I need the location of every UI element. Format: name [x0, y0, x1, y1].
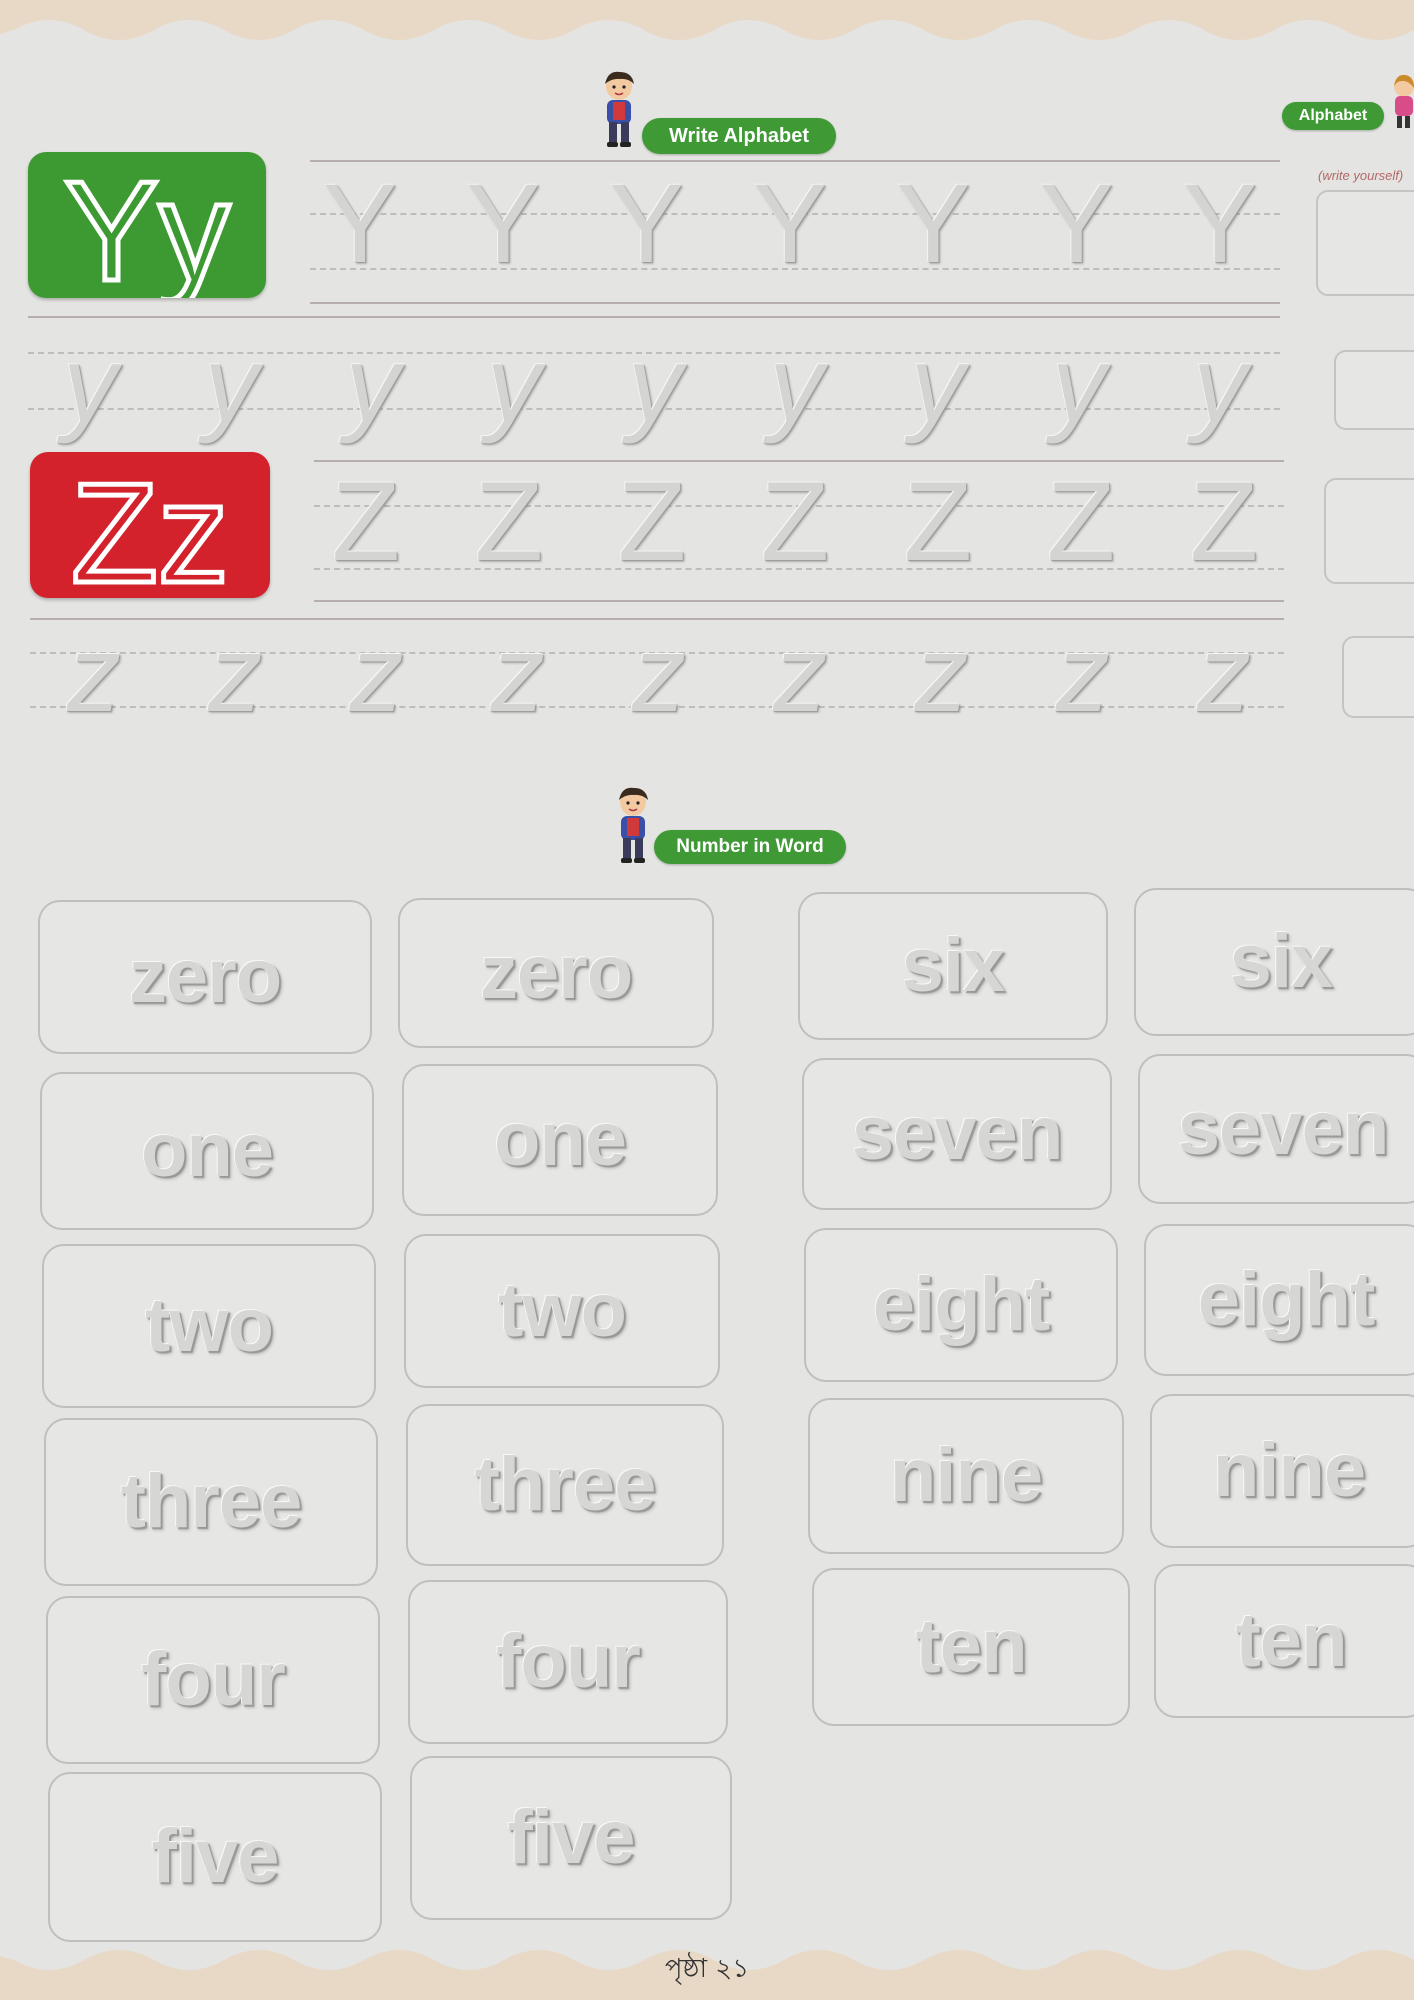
word-text: five	[507, 1795, 636, 1880]
trace-letter[interactable]: z	[599, 620, 719, 728]
word-card-eight[interactable]: eight	[804, 1228, 1118, 1382]
trace-letter[interactable]: y	[313, 330, 433, 438]
trace-letter[interactable]: Z	[735, 466, 855, 578]
letter-tile-zz-text: Zz	[71, 454, 229, 598]
trace-letter[interactable]: y	[454, 330, 574, 438]
word-card-four[interactable]: four	[408, 1580, 728, 1744]
word-card-seven[interactable]: seven	[802, 1058, 1112, 1210]
write-alphabet-badge: Write Alphabet	[642, 118, 836, 154]
word-text: ten	[915, 1604, 1028, 1689]
word-text: one	[140, 1108, 274, 1193]
trace-letter[interactable]: y	[878, 330, 998, 438]
trace-letter[interactable]: y	[595, 330, 715, 438]
word-card-ten[interactable]: ten	[812, 1568, 1130, 1726]
trace-letter[interactable]: y	[1019, 330, 1139, 438]
trace-letter[interactable]: Z	[306, 466, 426, 578]
word-text: seven	[851, 1091, 1063, 1176]
word-text: zero	[479, 930, 633, 1015]
word-card-zero[interactable]: zero	[38, 900, 372, 1054]
trace-letter[interactable]: y	[171, 330, 291, 438]
trace-letter[interactable]: Z	[1164, 466, 1284, 578]
word-text: one	[493, 1097, 627, 1182]
word-text: three	[474, 1442, 657, 1527]
word-card-eight[interactable]: eight	[1144, 1224, 1414, 1376]
girl-mascot-icon	[1394, 74, 1414, 128]
trace-letter[interactable]: z	[317, 620, 437, 728]
word-card-six[interactable]: six	[798, 892, 1108, 1040]
word-text: four	[496, 1619, 641, 1704]
word-card-three[interactable]: three	[406, 1404, 724, 1566]
trace-row-z-lower: z z z z z z z z z	[34, 620, 1284, 728]
trace-letter[interactable]: Z	[1021, 466, 1141, 578]
trace-letter[interactable]: Y	[587, 168, 707, 280]
trace-letter[interactable]: Y	[730, 168, 850, 280]
word-card-zero[interactable]: zero	[398, 898, 714, 1048]
kid-mascot-icon	[619, 787, 648, 863]
word-text: nine	[889, 1433, 1043, 1518]
letter-tile-yy-text: Yy	[64, 152, 230, 298]
word-card-four[interactable]: four	[46, 1596, 380, 1764]
word-text: ten	[1235, 1598, 1348, 1683]
alphabet-badge: Alphabet	[1282, 102, 1384, 130]
trace-row-y-upper: Y Y Y Y Y Y Y	[300, 168, 1280, 280]
word-card-one[interactable]: one	[40, 1072, 374, 1230]
word-card-seven[interactable]: seven	[1138, 1054, 1414, 1204]
trace-letter[interactable]: z	[1023, 620, 1143, 728]
word-text: nine	[1212, 1428, 1366, 1513]
write-yourself-box[interactable]	[1334, 350, 1414, 430]
letter-tile-zz: Zz	[30, 452, 270, 598]
trace-letter[interactable]: Y	[1017, 168, 1137, 280]
trace-row-z-upper: Z Z Z Z Z Z Z	[306, 466, 1284, 578]
word-card-five[interactable]: five	[410, 1756, 732, 1920]
trace-letter[interactable]: z	[882, 620, 1002, 728]
word-text: six	[1229, 919, 1334, 1004]
word-card-nine[interactable]: nine	[808, 1398, 1124, 1554]
trace-letter[interactable]: Y	[1160, 168, 1280, 280]
trace-letter[interactable]: z	[175, 620, 295, 728]
write-yourself-box[interactable]	[1342, 636, 1414, 718]
trace-letter[interactable]: z	[34, 620, 154, 728]
word-text: seven	[1177, 1086, 1389, 1171]
trace-letter[interactable]: Z	[592, 466, 712, 578]
trace-letter[interactable]: Z	[449, 466, 569, 578]
word-text: two	[498, 1268, 627, 1353]
word-card-one[interactable]: one	[402, 1064, 718, 1216]
word-text: six	[901, 923, 1006, 1008]
word-text: zero	[128, 934, 282, 1019]
word-text: three	[120, 1459, 303, 1544]
word-card-three[interactable]: three	[44, 1418, 378, 1586]
trace-letter[interactable]: Z	[878, 466, 998, 578]
number-in-word-badge: Number in Word	[654, 830, 846, 864]
write-yourself-box[interactable]	[1324, 478, 1414, 584]
trace-letter[interactable]: Y	[443, 168, 563, 280]
word-card-two[interactable]: two	[42, 1244, 376, 1408]
page-edge-top	[0, 0, 1414, 40]
page-number: পৃষ্ঠা ২১	[664, 1954, 750, 1984]
word-card-two[interactable]: two	[404, 1234, 720, 1388]
trace-letter[interactable]: z	[458, 620, 578, 728]
trace-letter[interactable]: z	[740, 620, 860, 728]
word-card-nine[interactable]: nine	[1150, 1394, 1414, 1548]
word-card-five[interactable]: five	[48, 1772, 382, 1942]
trace-letter[interactable]: y	[736, 330, 856, 438]
word-text: eight	[1197, 1257, 1376, 1342]
write-yourself-box[interactable]	[1316, 190, 1414, 296]
trace-letter[interactable]: z	[1164, 620, 1284, 728]
trace-row-y-lower: y y y y y y y y y	[30, 330, 1280, 438]
write-yourself-label: (write yourself)	[1318, 168, 1404, 183]
word-text: four	[141, 1637, 286, 1722]
word-card-ten[interactable]: ten	[1154, 1564, 1414, 1718]
word-text: two	[145, 1283, 274, 1368]
letter-tile-yy: Yy	[28, 152, 266, 298]
word-card-six[interactable]: six	[1134, 888, 1414, 1036]
word-text: five	[151, 1814, 280, 1899]
word-text: eight	[872, 1262, 1051, 1347]
trace-letter[interactable]: y	[30, 330, 150, 438]
kid-mascot-icon	[605, 71, 634, 147]
trace-letter[interactable]: Y	[300, 168, 420, 280]
trace-letter[interactable]: y	[1160, 330, 1280, 438]
trace-letter[interactable]: Y	[873, 168, 993, 280]
